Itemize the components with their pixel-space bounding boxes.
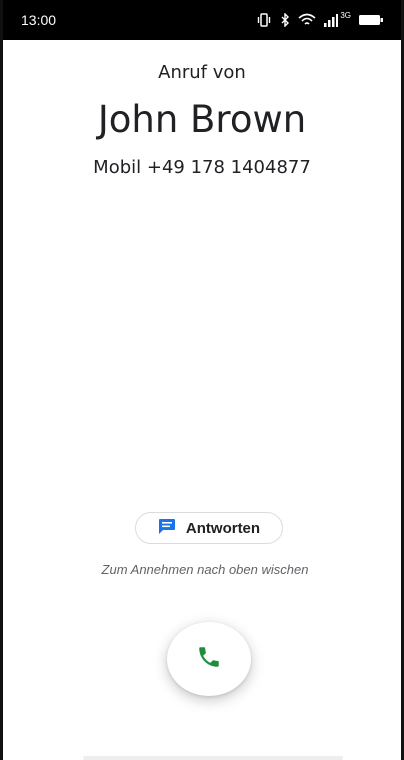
reply-button[interactable]: Antworten [135,512,283,544]
vibrate-icon [256,13,272,27]
answer-call-button[interactable] [167,622,251,696]
status-icons: 3G [256,10,383,27]
caller-number: Mobil +49 178 1404877 [93,157,311,178]
bluetooth-icon [280,13,290,27]
signal-icon [324,13,339,27]
phone-screen: 13:00 3G Anruf von John Brown Mobil +49 … [0,0,404,760]
incoming-call-label: Anruf von [158,62,246,83]
wifi-icon [298,13,316,27]
swipe-hint: Zum Annehmen nach oben wischen [101,562,309,577]
battery-icon [359,14,383,26]
reply-label: Antworten [185,519,261,537]
caller-name: John Brown [97,98,307,141]
status-time: 13:00 [21,12,57,28]
phone-icon [196,644,222,675]
caller-info: Anruf von John Brown Mobil +49 178 14048… [3,60,401,180]
network-type-label: 3G [340,10,351,20]
gesture-bar[interactable] [83,756,343,760]
message-icon [158,518,176,539]
status-bar: 13:00 3G [3,0,401,40]
